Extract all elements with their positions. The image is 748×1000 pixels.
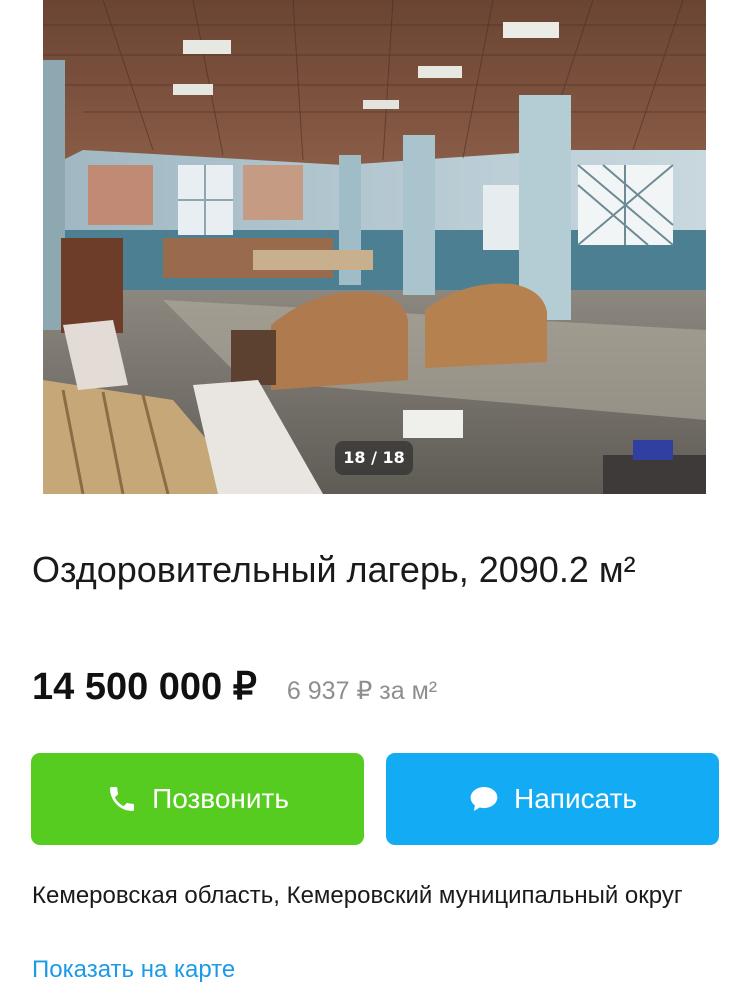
- write-button-label: Написать: [514, 783, 637, 814]
- phone-icon: [106, 783, 138, 815]
- listing-page: 18 / 18 Оздоровительный лагерь, 2090.2 м…: [0, 0, 748, 1000]
- photo-counter: 18 / 18: [335, 441, 413, 475]
- write-button[interactable]: Написать: [386, 753, 719, 845]
- price-row: 14 500 000 ₽ 6 937 ₽ за м²: [32, 664, 437, 714]
- photo-gallery[interactable]: 18 / 18: [0, 0, 748, 494]
- listing-photo[interactable]: [43, 0, 706, 494]
- chat-bubble-icon: [468, 784, 500, 814]
- listing-title: Оздоровительный лагерь, 2090.2 м²: [32, 549, 636, 590]
- listing-address: Кемеровская область, Кемеровский муницип…: [32, 882, 683, 909]
- call-button[interactable]: Позвонить: [31, 753, 364, 845]
- listing-price: 14 500 000 ₽: [32, 666, 257, 708]
- show-on-map-link[interactable]: Показать на карте: [32, 951, 235, 989]
- call-button-label: Позвонить: [152, 783, 289, 814]
- price-per-square-meter: 6 937 ₽ за м²: [286, 677, 438, 705]
